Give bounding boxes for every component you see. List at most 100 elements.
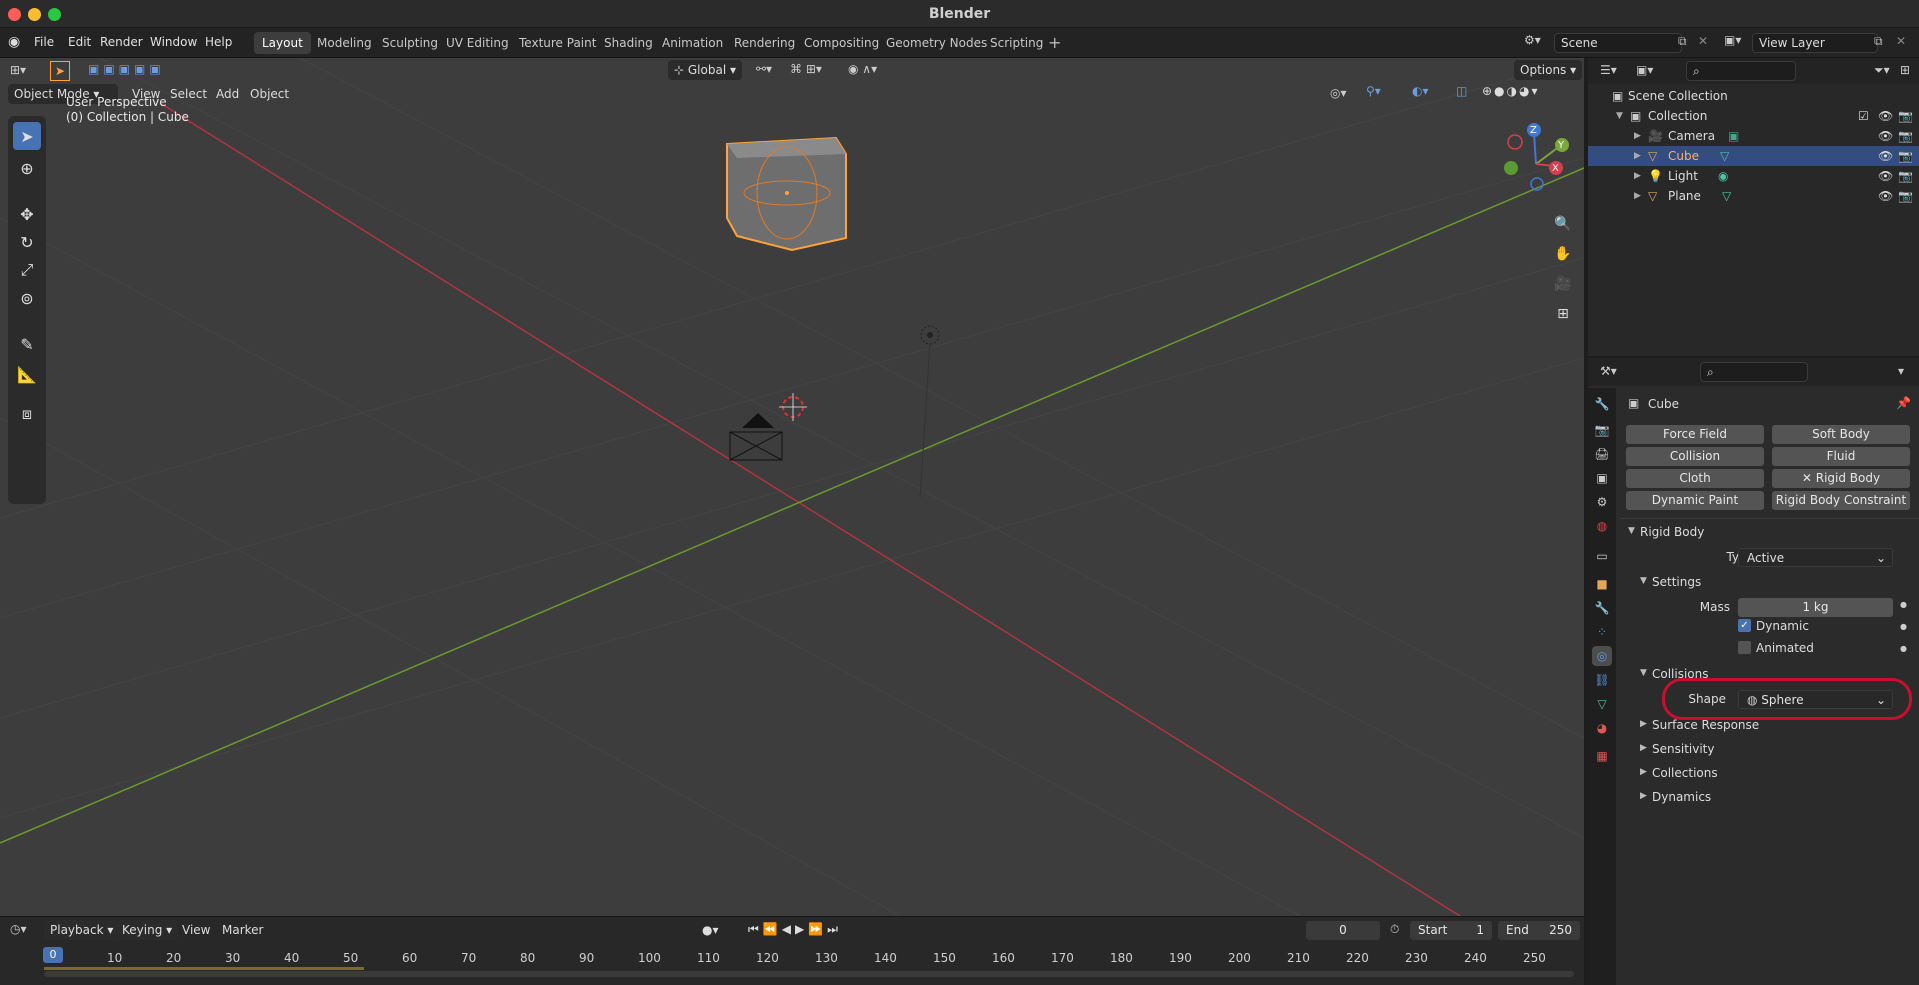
tab-animation[interactable]: Animation <box>654 32 731 54</box>
constraints-tab-icon[interactable]: ⛓ <box>1592 670 1612 690</box>
menu-file[interactable]: File <box>34 35 54 49</box>
ortho-grid-icon[interactable]: ⊞ <box>1551 302 1575 326</box>
physics-tab-icon[interactable]: ◎ <box>1592 646 1612 666</box>
collapse-arrow-icon[interactable]: ▼ <box>1616 106 1623 126</box>
collections-subpanel[interactable]: Collections <box>1652 766 1718 780</box>
light-render-icon[interactable]: 📷 <box>1898 166 1913 186</box>
fluid-button[interactable]: Fluid <box>1772 447 1910 466</box>
timeline-editor-icon[interactable]: ◷▾ <box>10 922 27 936</box>
add-cube-tool-icon[interactable]: ⧈ <box>13 400 41 428</box>
end-frame-field[interactable]: End 250 <box>1498 921 1580 940</box>
cursor-tool-icon[interactable]: ⊕ <box>13 154 41 182</box>
scene-close-icon[interactable]: ✕ <box>1698 34 1708 48</box>
camera-data-icon[interactable]: ▣ <box>1728 126 1739 146</box>
material-tab-icon[interactable]: ◕ <box>1592 718 1612 738</box>
cloth-button[interactable]: Cloth <box>1626 469 1764 488</box>
visibility-icon[interactable]: ◎▾ <box>1330 86 1347 100</box>
collection-tab-icon[interactable]: ▭ <box>1592 546 1612 566</box>
collection-checkbox-icon[interactable]: ☑ <box>1858 106 1869 126</box>
start-frame-field[interactable]: Start 1 <box>1410 921 1492 940</box>
stopwatch-icon[interactable]: ⏱ <box>1390 922 1399 937</box>
light-data-icon[interactable]: ◉ <box>1718 166 1728 186</box>
scale-tool-icon[interactable]: ⤢ <box>13 256 41 284</box>
world-tab-icon[interactable]: ◍ <box>1592 516 1612 536</box>
transform-tool-icon[interactable]: ⊚ <box>13 284 41 312</box>
texture-tab-icon[interactable]: ▦ <box>1592 746 1612 766</box>
tab-sculpting[interactable]: Sculpting <box>374 32 446 54</box>
settings-subpanel-header[interactable]: Settings <box>1652 575 1701 589</box>
timeline-scrollbar[interactable] <box>44 971 1574 977</box>
timeline-menu-view[interactable]: View <box>176 920 216 940</box>
dynamic-keyframe-dot[interactable]: ● <box>1900 622 1907 631</box>
plane-eye-icon[interactable]: 👁 <box>1878 186 1893 206</box>
playback-controls-icons[interactable]: ⏮⏪◀▶⏩⏭ <box>748 922 842 937</box>
outliner-scene-collection[interactable]: ▣ Scene Collection <box>1588 86 1919 106</box>
blender-logo-icon[interactable]: ◉ <box>8 34 24 50</box>
record-icon[interactable]: ●▾ <box>702 923 719 937</box>
measure-tool-icon[interactable]: 📐 <box>13 360 41 388</box>
pan-hand-icon[interactable]: ✋ <box>1551 242 1575 266</box>
outliner-item-cube[interactable]: ▶ ▽ Cube ▽ 👁 📷 <box>1588 146 1919 166</box>
plane-data-icon[interactable]: ▽ <box>1722 186 1731 206</box>
display-mode-icon[interactable]: ▣▾ <box>1636 63 1653 77</box>
new-collection-icon[interactable]: ⊞ <box>1900 63 1910 77</box>
outliner-item-plane[interactable]: ▶ ▽ Plane ▽ 👁 📷 <box>1588 186 1919 206</box>
properties-editor-icon[interactable]: ⚒▾ <box>1600 364 1617 378</box>
menu-edit[interactable]: Edit <box>68 35 91 49</box>
3d-viewport[interactable]: Z Y X ⊞▾ ➤ ▣▣▣▣▣ Object Mode ▾ View Sele… <box>0 58 1584 916</box>
scene-icon[interactable]: ⚙▾ <box>1524 33 1552 53</box>
soft-body-button[interactable]: Soft Body <box>1772 425 1910 444</box>
tab-texture-paint[interactable]: Texture Paint <box>511 32 604 54</box>
settings-collapse-icon[interactable]: ▼ <box>1640 576 1647 586</box>
surface-response-subpanel[interactable]: Surface Response <box>1652 718 1759 732</box>
outliner-item-camera[interactable]: ▶ 🎥 Camera ▣ 👁 📷 <box>1588 126 1919 146</box>
surface-response-expand-icon[interactable]: ▶ <box>1640 719 1647 729</box>
editor-type-icon[interactable]: ⊞▾ <box>10 63 26 77</box>
outliner-collection[interactable]: ▼ ▣ Collection ☑ 👁 📷 <box>1588 106 1919 126</box>
expand-arrow-icon[interactable]: ▶ <box>1634 166 1641 186</box>
force-field-button[interactable]: Force Field <box>1626 425 1764 444</box>
tab-layout[interactable]: Layout <box>254 32 311 54</box>
options-dropdown[interactable]: Options ▾ <box>1514 60 1583 80</box>
view-layer-copy-icon[interactable]: ⧉ <box>1874 34 1883 49</box>
mass-field[interactable]: 1 kg <box>1738 598 1893 617</box>
tab-modeling[interactable]: Modeling <box>309 32 380 54</box>
cube-eye-icon[interactable]: 👁 <box>1878 146 1893 166</box>
properties-search-input[interactable]: ⌕ <box>1700 362 1808 382</box>
tab-geometry-nodes[interactable]: Geometry Nodes <box>878 32 995 54</box>
annotate-tool-icon[interactable]: ✎ <box>13 330 41 358</box>
gizmo-toggle-icon[interactable]: ⚲▾ <box>1366 84 1381 98</box>
collisions-collapse-icon[interactable]: ▼ <box>1640 668 1647 678</box>
camera-view-icon[interactable]: 🎥 <box>1551 272 1575 296</box>
scene-tab-icon[interactable]: ⚙ <box>1592 492 1612 512</box>
rigid-body-remove-button[interactable]: ✕ Rigid Body <box>1772 469 1910 488</box>
light-eye-icon[interactable]: 👁 <box>1878 166 1893 186</box>
output-tab-icon[interactable]: 🖨 <box>1592 444 1612 464</box>
viewport-menu-select[interactable]: Select <box>164 84 213 104</box>
timeline-menu-marker[interactable]: Marker <box>216 920 269 940</box>
pin-icon[interactable]: 📌 <box>1896 396 1911 410</box>
view-layer-name-field[interactable]: View Layer <box>1752 33 1878 53</box>
current-frame-field[interactable]: 0 <box>1306 921 1380 940</box>
selected-cube[interactable] <box>726 136 847 252</box>
camera-render-icon[interactable]: 📷 <box>1898 126 1913 146</box>
overlay-toggle-icon[interactable]: ◐▾ <box>1412 84 1429 98</box>
outliner-editor-icon[interactable]: ☰▾ <box>1600 63 1617 77</box>
snap-icon[interactable]: ⌘ ⊞▾ <box>790 62 822 76</box>
view-layer-tab-icon[interactable]: ▣ <box>1592 468 1612 488</box>
plane-render-icon[interactable]: 📷 <box>1898 186 1913 206</box>
modifiers-tab-icon[interactable]: 🔧 <box>1592 598 1612 618</box>
properties-options-icon[interactable]: ▾ <box>1898 364 1904 378</box>
playhead[interactable]: 0 <box>43 947 63 963</box>
animated-keyframe-dot[interactable]: ● <box>1900 644 1907 653</box>
rigid-body-panel-header[interactable]: Rigid Body <box>1640 525 1704 539</box>
scene-copy-icon[interactable]: ⧉ <box>1678 34 1687 49</box>
tab-rendering[interactable]: Rendering <box>726 32 803 54</box>
dynamics-expand-icon[interactable]: ▶ <box>1640 791 1647 801</box>
zoom-icon[interactable]: 🔍 <box>1551 212 1575 236</box>
move-tool-icon[interactable]: ✥ <box>13 200 41 228</box>
sensitivity-expand-icon[interactable]: ▶ <box>1640 743 1647 753</box>
expand-arrow-icon[interactable]: ▶ <box>1634 126 1641 146</box>
menu-help[interactable]: Help <box>205 35 232 49</box>
type-dropdown[interactable]: Active ⌄ <box>1738 548 1893 567</box>
